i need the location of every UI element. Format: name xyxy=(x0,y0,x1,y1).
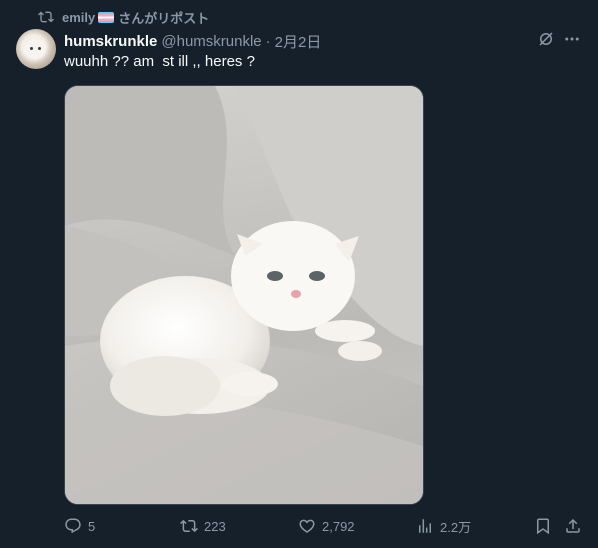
reply-icon xyxy=(65,518,81,534)
reply-count: 5 xyxy=(88,518,96,534)
like-button[interactable]: 2,792 xyxy=(298,512,355,540)
avatar[interactable] xyxy=(16,29,56,69)
views-button[interactable]: 2.2万 xyxy=(416,512,471,540)
transgender-flag-icon xyxy=(98,11,115,23)
display-name[interactable]: humskrunkle xyxy=(64,33,157,50)
reply-button[interactable]: 5 xyxy=(64,512,95,540)
tweet-image[interactable] xyxy=(64,85,424,505)
timestamp[interactable]: 2月2日 xyxy=(275,31,322,52)
heart-icon xyxy=(299,519,315,533)
tweet-header: humskrunkle @humskrunkle · 2月2日 xyxy=(64,31,321,51)
bookmark-icon xyxy=(537,518,549,535)
handle[interactable]: @humskrunkle xyxy=(161,33,261,50)
repost-icon xyxy=(38,11,54,23)
like-count: 2,792 xyxy=(322,518,355,534)
action-bar: 5 223 2,792 2.2万 xyxy=(64,512,586,540)
share-button[interactable] xyxy=(564,512,582,540)
repost-icon xyxy=(180,519,198,533)
repost-suffix: さんがリポスト xyxy=(118,10,210,26)
repost-button[interactable]: 223 xyxy=(180,512,226,540)
repost-context: emily さんがリポスト xyxy=(38,8,209,26)
repost-username[interactable]: emily xyxy=(62,10,95,25)
tweet-text: wuuhh ?? am st ill ,, heres ? xyxy=(64,53,255,70)
more-icon[interactable] xyxy=(562,29,582,49)
share-icon xyxy=(566,518,580,533)
separator-dot: · xyxy=(265,32,271,50)
grok-icon[interactable] xyxy=(536,29,556,49)
views-icon xyxy=(419,519,431,533)
post: emily さんがリポスト humskrunkle @humskrunkle ·… xyxy=(0,0,598,548)
view-count: 2.2万 xyxy=(440,519,472,535)
bookmark-button[interactable] xyxy=(534,512,552,540)
repost-count: 223 xyxy=(204,518,226,534)
repost-label[interactable]: emily さんがリポスト xyxy=(62,8,209,27)
